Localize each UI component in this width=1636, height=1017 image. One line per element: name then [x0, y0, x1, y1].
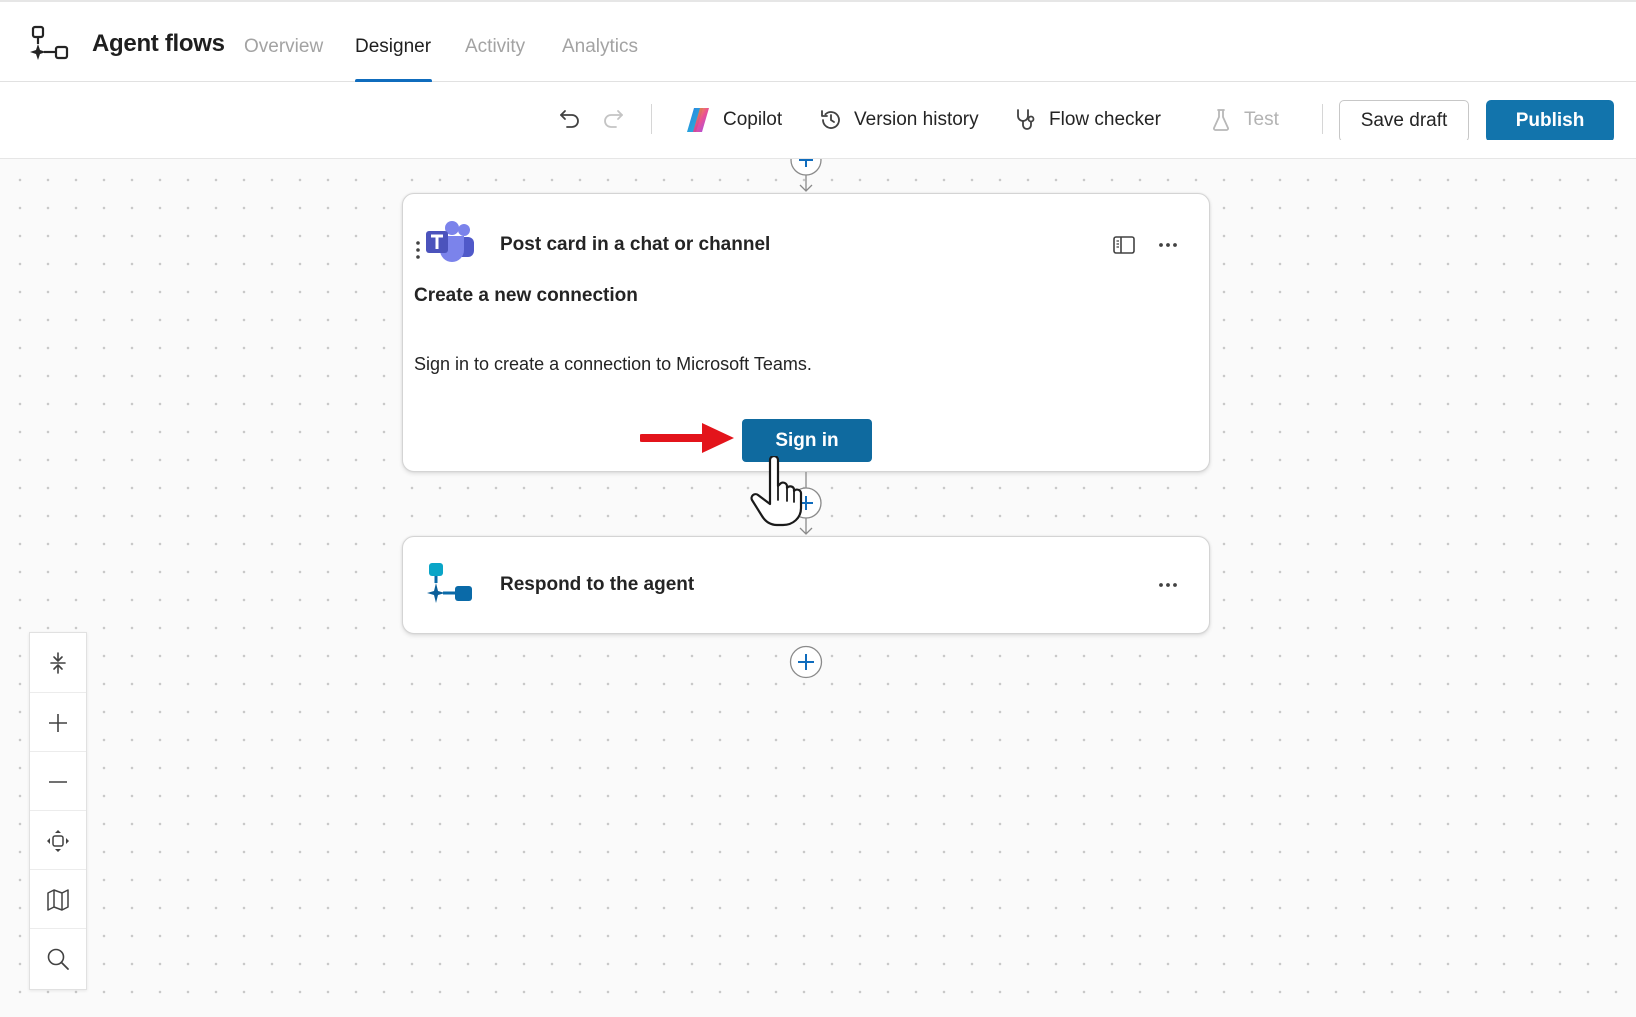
annotation-arrow-icon — [640, 423, 734, 453]
toolbar-separator — [651, 104, 652, 134]
zoom-controls-panel — [29, 632, 87, 990]
flask-icon — [1208, 107, 1234, 133]
fit-height-button[interactable] — [30, 633, 86, 692]
card-title: Respond to the agent — [500, 574, 695, 595]
app-header: Agent flows Overview Designer Activity A… — [0, 0, 1636, 83]
copilot-icon — [683, 105, 713, 135]
tab-activity[interactable]: Activity — [465, 36, 525, 58]
fit-view-icon — [45, 828, 71, 854]
minimap-icon — [45, 887, 71, 913]
hand-cursor-icon — [750, 456, 803, 527]
history-icon — [818, 107, 844, 133]
search-button[interactable] — [30, 928, 86, 988]
connection-heading: Create a new connection — [414, 285, 638, 306]
zoom-in-button[interactable] — [30, 692, 86, 752]
version-history-label: Version history — [854, 109, 979, 130]
test-label: Test — [1244, 109, 1279, 130]
drag-handle-icon[interactable] — [415, 240, 421, 260]
respond-to-agent-action[interactable]: Respond to the agent — [402, 536, 1210, 634]
teams-icon — [426, 220, 476, 264]
toolbar-separator — [1322, 104, 1323, 134]
zoom-out-button[interactable] — [30, 751, 86, 811]
tab-overview[interactable]: Overview — [244, 36, 323, 58]
copilot-button[interactable]: Copilot — [683, 104, 782, 136]
connection-description: Sign in to create a connection to Micros… — [414, 354, 812, 374]
minimap-button[interactable] — [30, 869, 86, 929]
tab-designer[interactable]: Designer — [355, 36, 431, 58]
flow-checker-label: Flow checker — [1049, 109, 1161, 130]
add-step-button[interactable] — [789, 645, 823, 679]
copilot-label: Copilot — [723, 109, 783, 130]
fit-view-button[interactable] — [30, 810, 86, 870]
toolbar-bottom-edge — [0, 140, 1636, 159]
app-title: Agent flows — [92, 30, 225, 57]
flow-checker-button[interactable]: Flow checker — [1013, 104, 1161, 136]
version-history-button[interactable]: Version history — [818, 104, 979, 136]
test-button[interactable]: Test — [1208, 104, 1279, 136]
stethoscope-icon — [1013, 107, 1039, 133]
agent-flow-icon — [425, 561, 475, 611]
post-card-action[interactable]: Post card in a chat or channel Create a … — [402, 193, 1210, 472]
search-icon — [45, 946, 71, 972]
panel-view-icon[interactable] — [1111, 232, 1137, 258]
card-title: Post card in a chat or channel — [500, 234, 771, 255]
more-options-icon[interactable] — [1155, 232, 1181, 258]
undo-icon[interactable] — [557, 105, 583, 131]
tab-analytics[interactable]: Analytics — [562, 36, 638, 58]
zoom-out-icon — [46, 770, 70, 794]
redo-icon[interactable] — [600, 105, 626, 131]
zoom-in-icon — [46, 711, 70, 735]
publish-button[interactable]: Publish — [1486, 100, 1614, 142]
agent-flows-logo-icon — [29, 24, 73, 68]
save-draft-button[interactable]: Save draft — [1339, 100, 1469, 142]
more-options-icon[interactable] — [1155, 572, 1181, 598]
fit-height-icon — [46, 651, 70, 675]
